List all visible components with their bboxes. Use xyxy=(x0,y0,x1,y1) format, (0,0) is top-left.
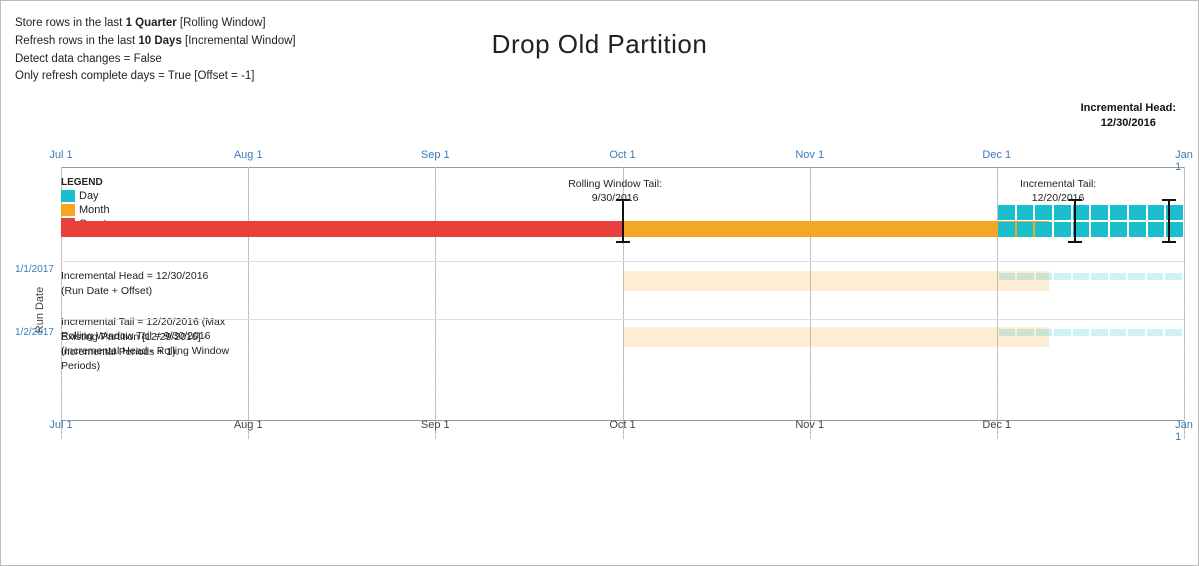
x-label-dec: Dec 1 xyxy=(982,149,1011,161)
day-tile xyxy=(1035,222,1052,237)
day-tiles-container xyxy=(997,205,1184,239)
x-label-jul: Jul 1 xyxy=(49,149,72,161)
rolling-window-tail-label: Rolling Window Tail: 9/30/2016 xyxy=(555,177,675,205)
row2-day-tiles xyxy=(997,327,1184,347)
grid-nov xyxy=(810,167,811,439)
day-tile xyxy=(1129,205,1146,220)
ibeam-dec20-line xyxy=(1074,199,1076,243)
legend-color-day xyxy=(61,190,75,202)
x-bottom-aug: Aug 1 xyxy=(234,419,263,431)
x-bottom-dec: Dec 1 xyxy=(982,419,1011,431)
day-tile xyxy=(1054,222,1071,237)
day-tiles-row2 xyxy=(997,222,1184,237)
x-bottom-jul: Jul 1 xyxy=(49,419,72,431)
day-tile xyxy=(998,205,1015,220)
timeline-area: Jul 1 Aug 1 Sep 1 Oct 1 Nov 1 Dec 1 Jan … xyxy=(61,149,1184,439)
row1-day-tiles-container xyxy=(997,271,1184,291)
legend-color-month xyxy=(61,204,75,216)
day-tile xyxy=(998,222,1015,237)
ibeam-dec20-bottom xyxy=(1068,241,1082,243)
row-label-1: 1/1/2017 xyxy=(15,264,54,275)
ibeam-oct-bottom xyxy=(616,241,630,243)
row1-month-light xyxy=(623,271,1050,291)
grid-sep xyxy=(435,167,436,439)
info-line4: Only refresh complete days = True [Offse… xyxy=(15,68,296,86)
chart-title: Drop Old Partition xyxy=(1,29,1198,60)
inc-head-top-label: Incremental Head: 12/30/2016 xyxy=(1081,101,1176,132)
x-axis-bottom: Jul 1 Aug 1 Sep 1 Oct 1 Nov 1 Dec 1 Jan … xyxy=(61,419,1184,439)
ibeam-jan1-bottom xyxy=(1162,241,1176,243)
row2-separator xyxy=(61,319,1184,320)
day-tile xyxy=(1110,222,1127,237)
x-bottom-sep: Sep 1 xyxy=(421,419,450,431)
x-label-oct: Oct 1 xyxy=(609,149,635,161)
x-label-aug: Aug 1 xyxy=(234,149,263,161)
legend-title: LEGEND xyxy=(61,177,136,188)
incremental-tail-label: Incremental Tail: 12/20/2016 xyxy=(993,177,1123,205)
bar-month-orange xyxy=(623,221,1050,237)
day-tile xyxy=(1054,205,1071,220)
row2-month-light xyxy=(623,327,1050,347)
day-tile xyxy=(1035,205,1052,220)
rolling-window-value: 1 Quarter xyxy=(126,17,177,29)
day-tile xyxy=(1110,205,1127,220)
day-tile xyxy=(1017,222,1034,237)
annotation-rolling-tail: Rolling Window Tail = 9/30/2016 (Increme… xyxy=(61,329,281,375)
legend-item-day: Day xyxy=(61,190,136,202)
day-tile xyxy=(1017,205,1034,220)
day-tiles-row1 xyxy=(997,205,1184,220)
bar-quarter-red xyxy=(61,221,623,237)
row-label-2: 1/2/2017 xyxy=(15,327,54,338)
ibeam-jan1-top xyxy=(1162,199,1176,201)
x-label-sep: Sep 1 xyxy=(421,149,450,161)
x-label-nov: Nov 1 xyxy=(795,149,824,161)
x-bottom-oct: Oct 1 xyxy=(609,419,635,431)
x-bottom-jan: Jan 1 xyxy=(1175,419,1193,443)
row1-separator xyxy=(61,261,1184,262)
legend-label-month: Month xyxy=(79,204,110,216)
legend-label-day: Day xyxy=(79,190,99,202)
day-tile xyxy=(1091,205,1108,220)
main-container: Store rows in the last 1 Quarter [Rollin… xyxy=(0,0,1199,566)
legend-item-month: Month xyxy=(61,204,136,216)
ibeam-jan1-line xyxy=(1168,199,1170,243)
day-tile xyxy=(1129,222,1146,237)
day-tile xyxy=(1148,222,1165,237)
ibeam-oct-line xyxy=(622,199,624,243)
grid-jan xyxy=(1184,167,1185,439)
x-axis-top: Jul 1 Aug 1 Sep 1 Oct 1 Nov 1 Dec 1 Jan … xyxy=(61,149,1184,169)
day-tile xyxy=(1091,222,1108,237)
x-bottom-nov: Nov 1 xyxy=(795,419,824,431)
day-tile xyxy=(1148,205,1165,220)
